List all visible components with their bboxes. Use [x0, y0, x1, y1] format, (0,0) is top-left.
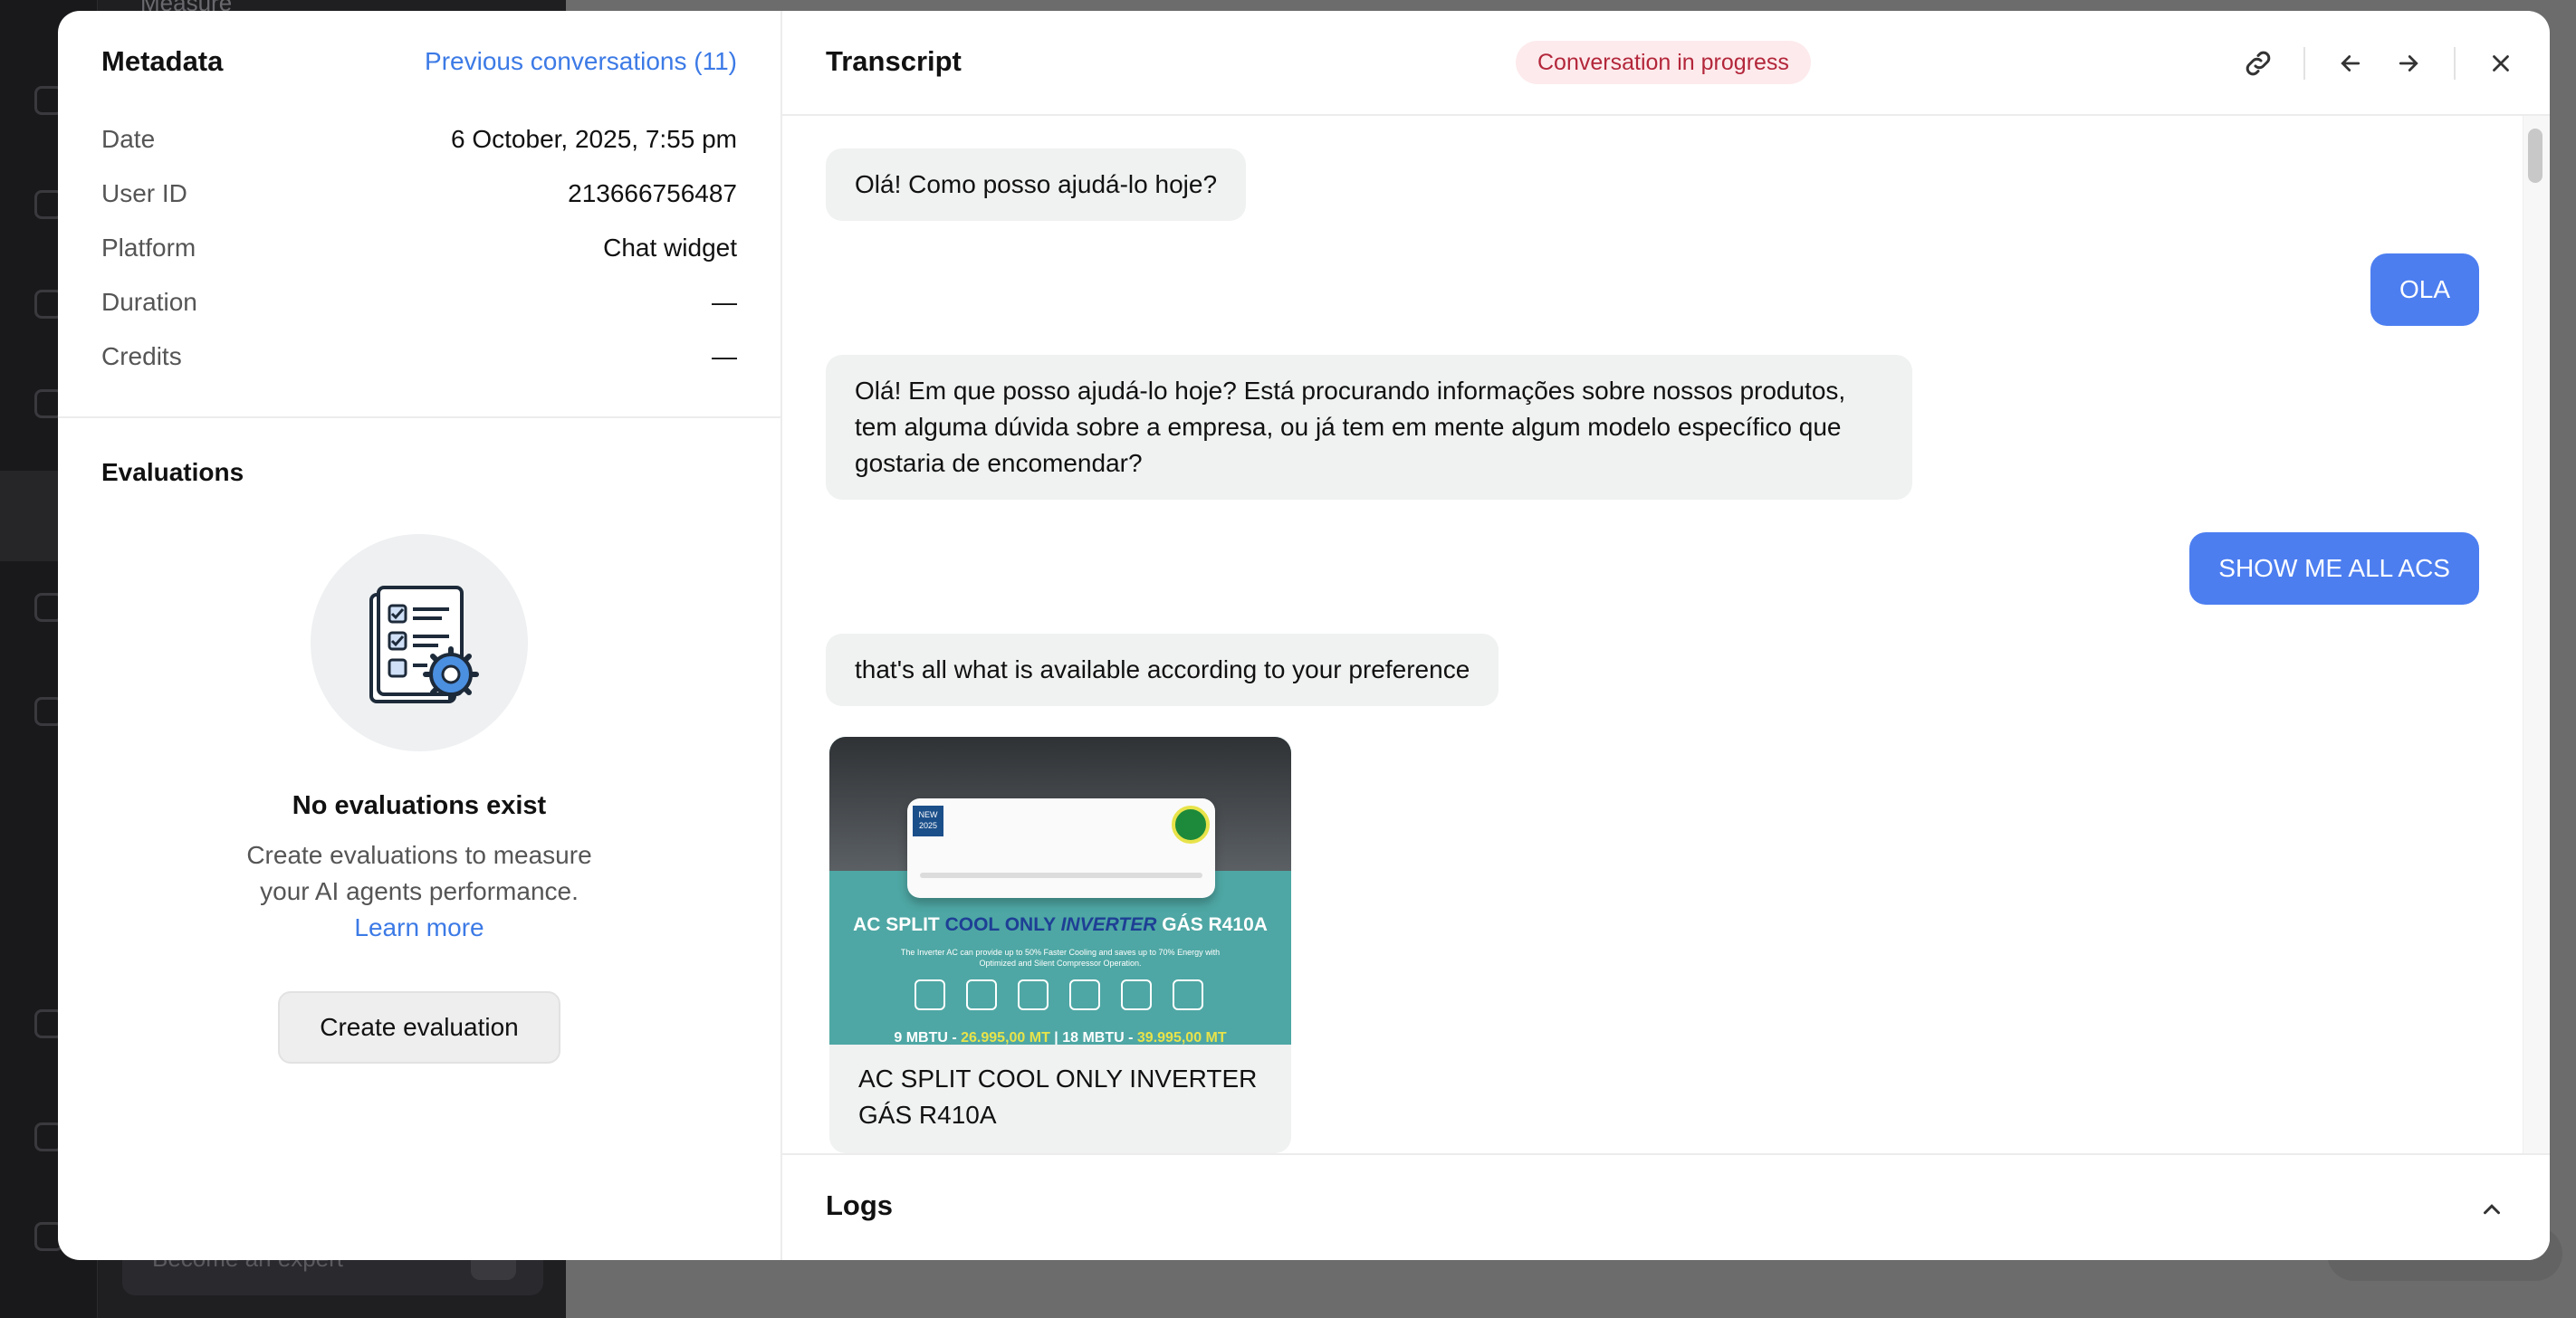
metadata-row-credits: Credits —: [101, 330, 737, 384]
metadata-row-platform: Platform Chat widget: [101, 221, 737, 275]
feature-icon: [1121, 979, 1152, 1010]
image-subtext: The Inverter AC can provide up to 50% Fa…: [900, 948, 1221, 968]
logs-section[interactable]: Logs: [782, 1153, 2550, 1260]
checklist-icon: [369, 586, 479, 703]
headline-part: INVERTER: [1060, 914, 1157, 935]
headline-part: COOL ONLY: [944, 914, 1061, 935]
headline-part: GÁS R410A: [1156, 914, 1268, 935]
learn-more-link[interactable]: Learn more: [58, 910, 780, 946]
metadata-label: Date: [101, 125, 156, 153]
feature-icon: [1173, 979, 1203, 1010]
image-headline: AC SPLIT COOL ONLY INVERTER GÁS R410A: [829, 914, 1291, 936]
bot-message: that's all what is available according t…: [826, 634, 1499, 706]
transcript-header: Transcript Conversation in progress: [782, 11, 2550, 116]
metadata-label: Platform: [101, 234, 196, 262]
feature-icon: [1069, 979, 1100, 1010]
conversation-modal: Metadata Previous conversations (11) Dat…: [58, 11, 2550, 1260]
chevron-up-icon[interactable]: [2472, 1189, 2512, 1229]
feature-icons: [915, 979, 1203, 1010]
eco-icon: [1172, 806, 1210, 844]
bot-message: Olá! Como posso ajudá-lo hoje?: [826, 148, 1247, 221]
evaluations-title: Evaluations: [101, 458, 244, 486]
air-conditioner-unit: [907, 798, 1215, 898]
feature-icon: [966, 979, 997, 1010]
metadata-value: —: [712, 288, 737, 316]
price-value: 26.995,00 MT: [961, 1030, 1050, 1045]
headline-part: AC SPLIT: [853, 914, 945, 935]
metadata-label: Credits: [101, 342, 182, 370]
no-evaluations-title: No evaluations exist: [292, 791, 547, 820]
user-message: SHOW ME ALL ACS: [2189, 532, 2479, 605]
metadata-header: Metadata Previous conversations (11): [58, 11, 780, 112]
metadata-value: 6 October, 2025, 7:55 pm: [451, 125, 737, 153]
arrow-left-icon[interactable]: [2331, 43, 2370, 83]
previous-conversations-link[interactable]: Previous conversations (11): [425, 47, 737, 76]
logs-title: Logs: [826, 1189, 894, 1221]
metadata-value: —: [712, 342, 737, 370]
arrow-right-icon[interactable]: [2389, 43, 2428, 83]
new-badge: NEW 2025: [913, 806, 943, 836]
create-evaluation-button[interactable]: Create evaluation: [278, 991, 560, 1064]
user-message: OLA: [2370, 253, 2479, 326]
metadata-value: Chat widget: [603, 234, 737, 262]
header-actions: [2238, 43, 2521, 83]
metadata-title: Metadata: [101, 45, 224, 77]
metadata-row-duration: Duration —: [101, 275, 737, 330]
metadata-row-date: Date 6 October, 2025, 7:55 pm: [101, 112, 737, 167]
scrollbar-thumb[interactable]: [2528, 129, 2542, 183]
checklist-gear-illustration: [311, 534, 528, 751]
close-icon[interactable]: [2481, 43, 2521, 83]
price-label: | 18 MBTU -: [1049, 1030, 1137, 1045]
metadata-rows: Date 6 October, 2025, 7:55 pm User ID 21…: [58, 112, 780, 384]
product-card[interactable]: NEW 2025 AC SPLIT COOL ONLY INVERTER GÁS…: [829, 737, 1291, 1153]
metadata-row-user-id: User ID 213666756487: [101, 167, 737, 221]
message-list: Olá! Como posso ajudá-lo hoje? OLA Olá! …: [782, 116, 2523, 1164]
header-separator: [2303, 47, 2305, 80]
status-badge: Conversation in progress: [1516, 41, 1811, 84]
no-evaluations-description: Create evaluations to measure your AI ag…: [246, 841, 592, 905]
feature-icon: [915, 979, 945, 1010]
feature-icon: [1018, 979, 1049, 1010]
price-value: 39.995,00 MT: [1136, 1030, 1227, 1045]
product-title: AC SPLIT COOL ONLY INVERTER GÁS R410A: [858, 1065, 1258, 1129]
air-conditioner-vent: [920, 873, 1202, 878]
header-separator: [2454, 47, 2456, 80]
transcript-title: Transcript: [826, 45, 962, 77]
scrollbar-track[interactable]: [2523, 116, 2550, 1164]
link-icon[interactable]: [2238, 43, 2278, 83]
bot-message: Olá! Em que posso ajudá-lo hoje? Está pr…: [826, 355, 1912, 500]
product-image: NEW 2025 AC SPLIT COOL ONLY INVERTER GÁS…: [829, 737, 1291, 1045]
metadata-value: 213666756487: [568, 179, 737, 207]
metadata-label: Duration: [101, 288, 197, 316]
price-label: 9 MBTU -: [894, 1030, 962, 1045]
metadata-label: User ID: [101, 179, 187, 207]
transcript-panel: Transcript Conversation in progress Olá!…: [782, 11, 2550, 1260]
metadata-panel: Metadata Previous conversations (11) Dat…: [58, 11, 782, 1260]
image-price: 9 MBTU - 26.995,00 MT | 18 MBTU - 39.995…: [829, 1030, 1291, 1045]
